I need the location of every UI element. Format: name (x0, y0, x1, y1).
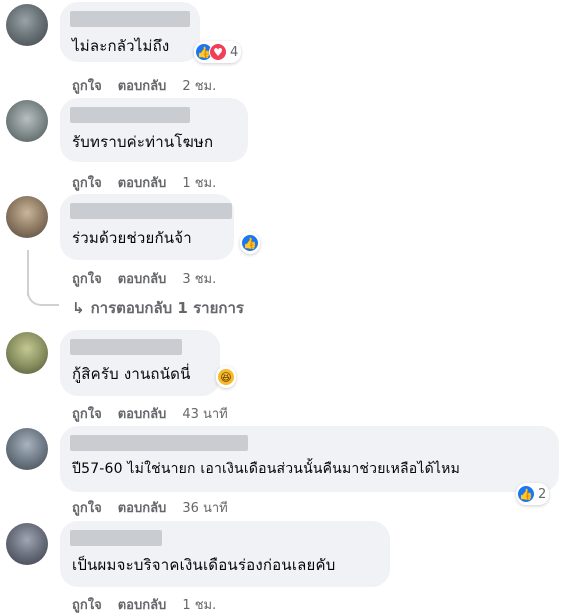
love-icon: ♥ (209, 43, 227, 61)
author-name-redacted[interactable] (70, 107, 190, 123)
comment-actions: ถูกใจ ตอบกลับ 43 นาที (72, 403, 228, 424)
like-button[interactable]: ถูกใจ (72, 598, 102, 613)
view-replies-link[interactable]: ↳ การตอบกลับ 1 รายการ (72, 296, 244, 320)
comment-bubble: กู้สิครับ งานถนัดนี่ (60, 330, 220, 396)
author-name-redacted[interactable] (70, 11, 190, 27)
like-icon: 👍 (241, 234, 259, 252)
comment-actions: ถูกใจ ตอบกลับ 36 นาที (72, 497, 228, 518)
like-button[interactable]: ถูกใจ (72, 79, 102, 94)
reply-button[interactable]: ตอบกลับ (118, 407, 167, 422)
timestamp[interactable]: 43 นาที (182, 407, 227, 422)
timestamp[interactable]: 3 ชม. (182, 272, 216, 287)
view-replies-label: การตอบกลับ 1 รายการ (90, 299, 244, 317)
timestamp[interactable]: 2 ชม. (182, 79, 216, 94)
comment-actions: ถูกใจ ตอบกลับ 2 ชม. (72, 75, 216, 96)
reaction-summary[interactable]: 😆 (216, 366, 236, 388)
reaction-summary[interactable]: 👍 ♥ 4 (194, 41, 242, 63)
reply-button[interactable]: ตอบกลับ (118, 176, 167, 191)
timestamp[interactable]: 1 ชม. (182, 598, 216, 613)
comment-bubble: ร่วมด้วยช่วยกันจ้า (60, 194, 234, 260)
avatar[interactable] (6, 4, 48, 46)
comment-text: ไม่ละกลัวไม่ถึง (72, 37, 170, 55)
like-button[interactable]: ถูกใจ (72, 176, 102, 191)
avatar[interactable] (6, 428, 48, 470)
avatar[interactable] (6, 100, 48, 142)
author-name-redacted[interactable] (70, 530, 162, 546)
reaction-count: 2 (538, 486, 547, 502)
reply-button[interactable]: ตอบกลับ (118, 272, 167, 287)
like-icon: 👍 (517, 485, 535, 503)
like-button[interactable]: ถูกใจ (72, 272, 102, 287)
thread-connector (27, 280, 59, 306)
avatar[interactable] (6, 332, 48, 374)
reply-arrow-icon: ↳ (72, 299, 85, 317)
reaction-summary[interactable]: 👍 2 (516, 483, 550, 505)
comment-bubble: ไม่ละกลัวไม่ถึง (60, 2, 200, 62)
haha-icon: 😆 (217, 368, 235, 386)
author-name-redacted[interactable] (70, 435, 248, 451)
comment-bubble: ปี57-60 ไม่ใช่นายก เอาเงินเดือนส่วนนั้นค… (60, 426, 559, 492)
author-name-redacted[interactable] (70, 203, 232, 219)
comment-text: ร่วมด้วยช่วยกันจ้า (72, 229, 192, 247)
comment-text: รับทราบค่ะท่านโฆษก (72, 133, 214, 151)
reaction-count: 4 (230, 44, 239, 60)
comment-text: เป็นผมจะบริจาคเงินเดือนร่องก่อนเลยคับ (72, 556, 336, 574)
comment-bubble: รับทราบค่ะท่านโฆษก (60, 98, 248, 162)
reply-button[interactable]: ตอบกลับ (118, 598, 167, 613)
reply-button[interactable]: ตอบกลับ (118, 501, 167, 516)
timestamp[interactable]: 1 ชม. (182, 176, 216, 191)
like-button[interactable]: ถูกใจ (72, 501, 102, 516)
like-button[interactable]: ถูกใจ (72, 407, 102, 422)
avatar[interactable] (6, 523, 48, 565)
avatar[interactable] (6, 196, 48, 238)
comment-text: ปี57-60 ไม่ใช่นายก เอาเงินเดือนส่วนนั้นค… (72, 461, 461, 477)
comment-actions: ถูกใจ ตอบกลับ 3 ชม. (72, 268, 216, 289)
timestamp[interactable]: 36 นาที (182, 501, 227, 516)
comment-actions: ถูกใจ ตอบกลับ 1 ชม. (72, 594, 216, 615)
reaction-summary[interactable]: 👍 (240, 232, 260, 254)
comment-bubble: เป็นผมจะบริจาคเงินเดือนร่องก่อนเลยคับ (60, 521, 390, 587)
comment-actions: ถูกใจ ตอบกลับ 1 ชม. (72, 172, 216, 193)
reply-button[interactable]: ตอบกลับ (118, 79, 167, 94)
author-name-redacted[interactable] (70, 339, 182, 355)
comment-text: กู้สิครับ งานถนัดนี่ (72, 365, 191, 383)
